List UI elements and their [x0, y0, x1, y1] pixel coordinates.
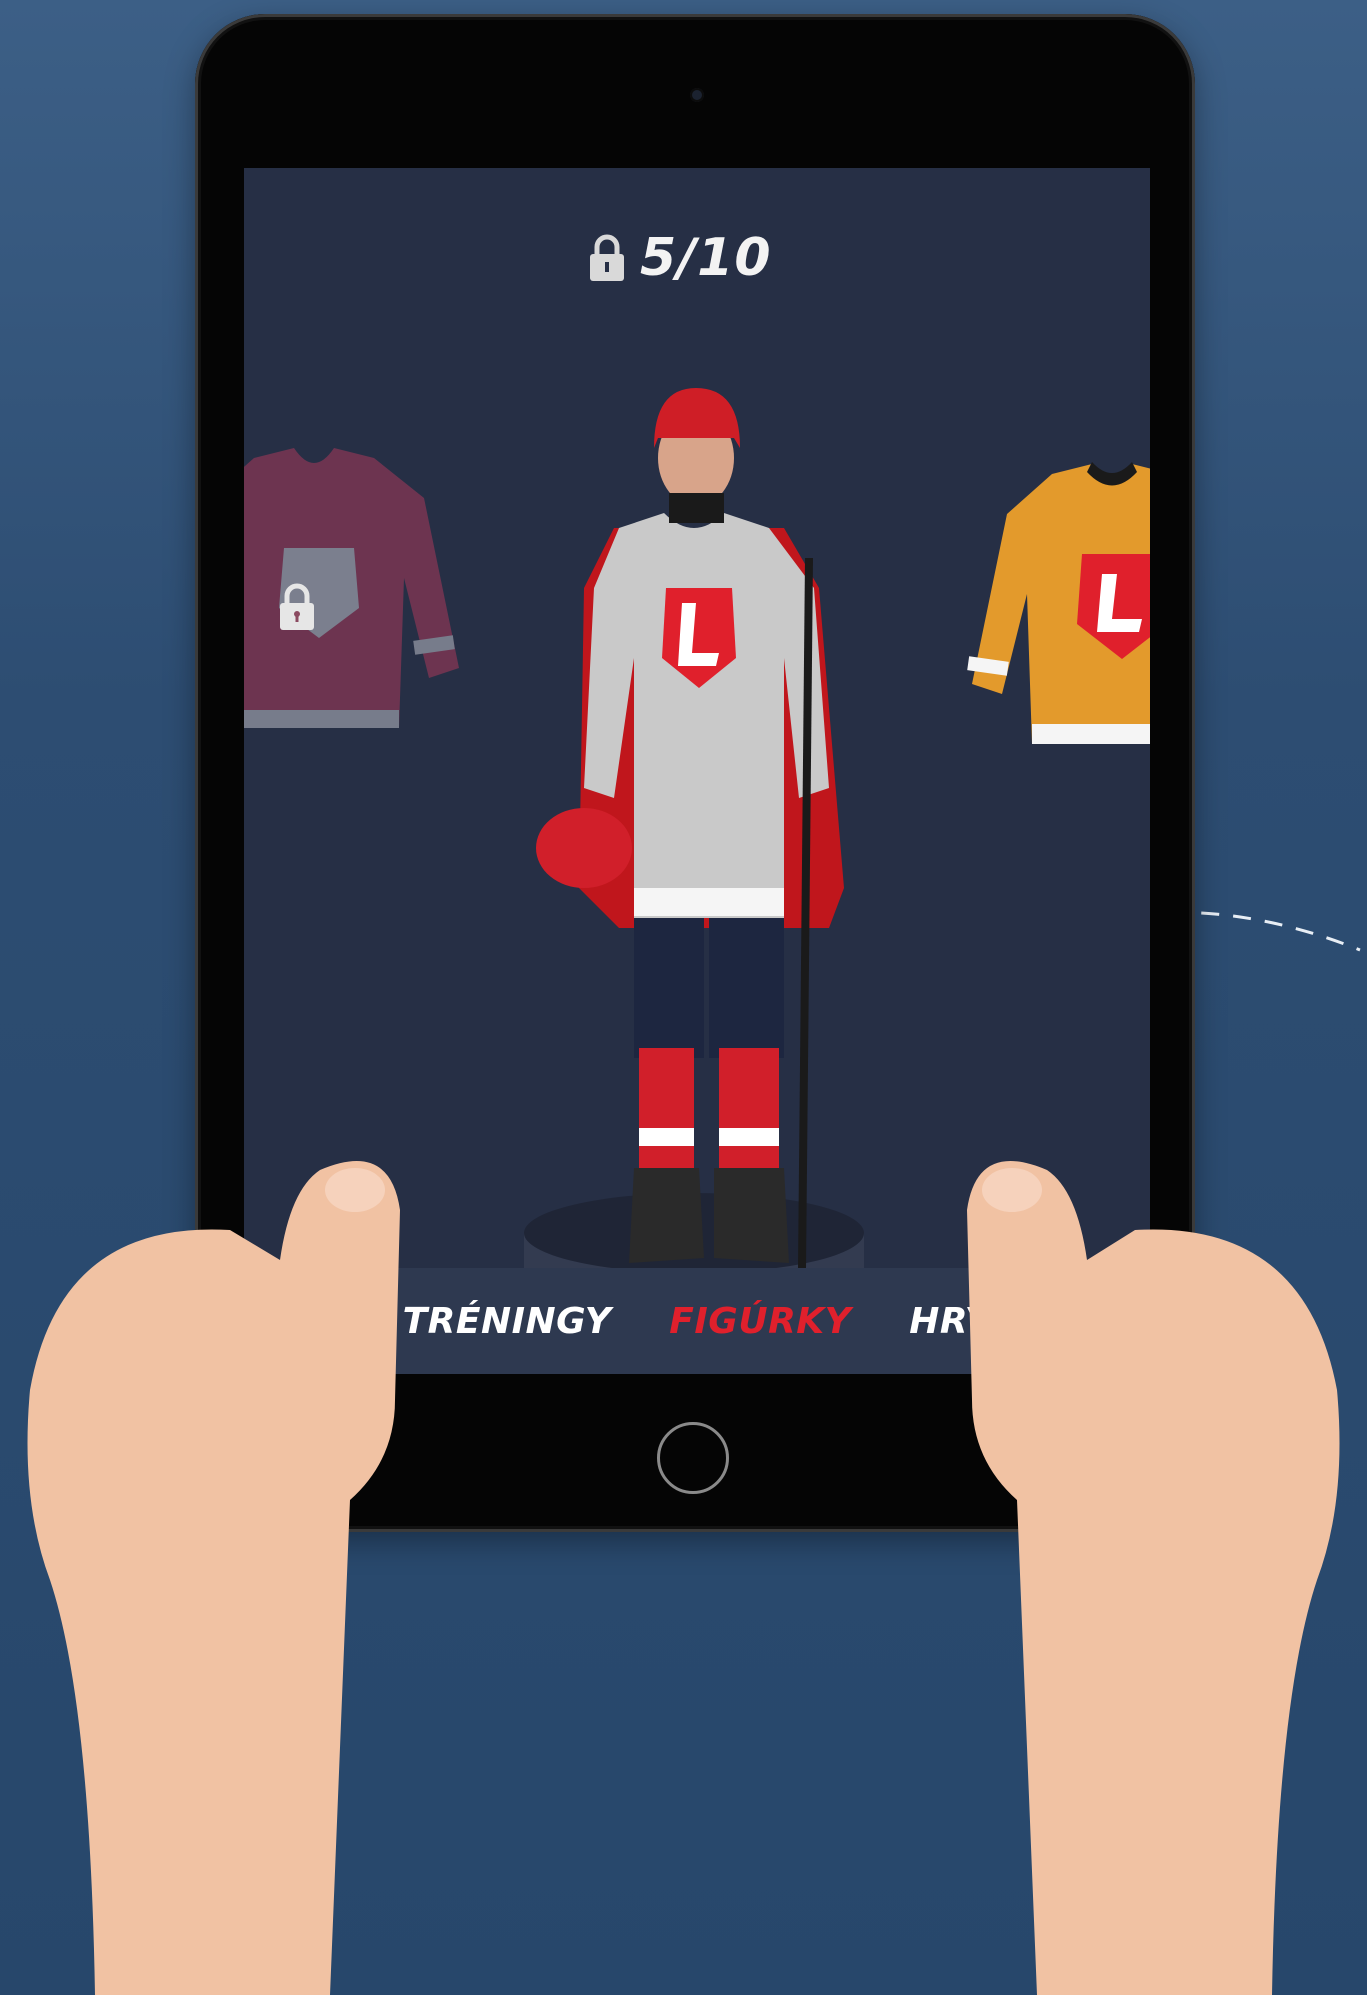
unlock-counter: 5/10: [588, 228, 772, 288]
left-jersey-card[interactable]: [244, 438, 464, 768]
unlock-count: 5/10: [640, 228, 772, 288]
hands-holding-tablet: [27, 1161, 1340, 1995]
locked-jersey-lock-icon: [280, 583, 314, 630]
lock-icon: [590, 234, 624, 281]
right-jersey-card[interactable]: [962, 454, 1150, 784]
scene: 5/10 TRÉNINGY FIGÚRKY HRY: [0, 0, 1367, 1995]
front-camera: [690, 88, 704, 102]
